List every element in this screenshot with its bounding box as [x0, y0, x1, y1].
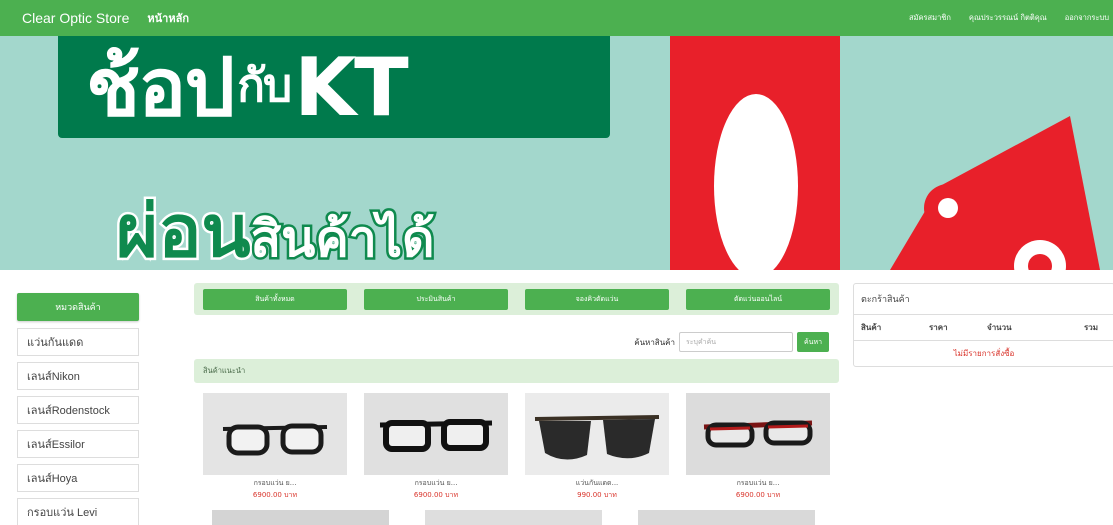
user-greeting-link[interactable]: คุณประวรรณน์ กิตติคุณ	[969, 12, 1047, 24]
product-image[interactable]	[425, 510, 602, 525]
banner-headline: ช้อปกับKT	[86, 36, 409, 143]
category-heading: หมวดสินค้า	[17, 293, 139, 321]
banner-zero-glyph	[670, 36, 840, 270]
tab-book-eye-exam[interactable]: จองคิวตัดแว่น	[525, 288, 669, 310]
product-grid: กรอบแว่น ย... 6900.00 บาท กรอบแว่น ย... …	[203, 393, 830, 501]
banner-word-kt: KT	[294, 41, 409, 134]
tab-order-online[interactable]: ตัดแว่นออนไลน์	[686, 288, 830, 310]
home-link[interactable]: หน้าหลัก	[147, 9, 189, 27]
product-image[interactable]	[638, 510, 815, 525]
product-price: 990.00 บาท	[577, 491, 617, 499]
product-name[interactable]: แว่นกันแดด...	[525, 478, 669, 489]
tab-all-products[interactable]: สินค้าทั้งหมด	[203, 288, 347, 310]
cart-table-header: สินค้า ราคา จำนวน รวม	[854, 315, 1113, 341]
register-link[interactable]: สมัครสมาชิก	[909, 12, 951, 24]
product-grid-row-2	[212, 510, 815, 525]
cart-col-price: ราคา	[929, 323, 948, 332]
product-card[interactable]: แว่นกันแดด... 990.00 บาท	[525, 393, 669, 501]
shopping-cart-panel: ตะกร้าสินค้า สินค้า ราคา จำนวน รวม ไม่มี…	[853, 283, 1113, 367]
glasses-icon	[686, 393, 830, 475]
banner-word-shop: ช้อป	[86, 41, 235, 134]
cart-col-total: รวม	[1084, 323, 1099, 332]
search-bar: ค้นหาสินค้า ระบุคำค้น ค้นหา	[634, 332, 829, 352]
category-item-essilor[interactable]: เลนส์Essilor	[17, 430, 139, 458]
product-price: 6900.00 บาท	[413, 491, 459, 499]
cart-title: ตะกร้าสินค้า	[854, 284, 1113, 315]
product-name[interactable]: กรอบแว่น ย...	[203, 478, 347, 489]
product-image[interactable]	[525, 393, 669, 475]
category-sidebar: หมวดสินค้า แว่นกันแดด เลนส์Nikon เลนส์Ro…	[17, 293, 139, 525]
category-item-sunglasses[interactable]: แว่นกันแดด	[17, 328, 139, 356]
brand-link[interactable]: Clear Optic Store	[22, 10, 129, 26]
banner-word-with: กับ	[237, 58, 292, 112]
glasses-icon	[203, 393, 347, 475]
user-nav: สมัครสมาชิก คุณประวรรณน์ กิตติคุณ ออกจาก…	[909, 0, 1113, 36]
logout-link[interactable]: ออกจากระบบ	[1065, 12, 1109, 24]
main-tabs: สินค้าทั้งหมด ประมินสินค้า จองคิวตัดแว่น…	[194, 283, 839, 315]
category-item-nikon[interactable]: เลนส์Nikon	[17, 362, 139, 390]
product-image[interactable]	[212, 510, 389, 525]
product-card[interactable]: กรอบแว่น ย... 6900.00 บาท	[686, 393, 830, 501]
product-price: 6900.00 บาท	[735, 491, 781, 499]
category-item-rodenstock[interactable]: เลนส์Rodenstock	[17, 396, 139, 424]
recommended-header: สินค้าแนะนำ	[194, 359, 839, 383]
glasses-icon	[364, 393, 508, 475]
product-image[interactable]	[686, 393, 830, 475]
banner-subheadline: ผ่อนสินค้าได้	[114, 186, 437, 271]
category-item-levi[interactable]: กรอบแว่น Levi	[17, 498, 139, 525]
banner-word-products: สินค้าได้	[248, 208, 437, 271]
cart-empty-message: ไม่มีรายการสั่งซื้อ	[953, 348, 1015, 358]
cart-col-qty: จำนวน	[987, 323, 1012, 332]
banner-zero-percent-graphic	[640, 36, 1100, 270]
banner-word-installment: ผ่อน	[114, 187, 254, 271]
category-item-hoya[interactable]: เลนส์Hoya	[17, 464, 139, 492]
product-name[interactable]: กรอบแว่น ย...	[686, 478, 830, 489]
search-button[interactable]: ค้นหา	[797, 332, 829, 352]
top-navbar: Clear Optic Store หน้าหลัก สมัครสมาชิก ค…	[0, 0, 1113, 36]
product-image[interactable]	[364, 393, 508, 475]
search-label: ค้นหาสินค้า	[634, 337, 675, 347]
product-card[interactable]: กรอบแว่น ย... 6900.00 บาท	[203, 393, 347, 501]
product-image[interactable]	[203, 393, 347, 475]
main-content: สินค้าทั้งหมด ประมินสินค้า จองคิวตัดแว่น…	[194, 283, 839, 525]
tab-review-products[interactable]: ประมินสินค้า	[364, 288, 508, 310]
product-name[interactable]: กรอบแว่น ย...	[364, 478, 508, 489]
search-input[interactable]: ระบุคำค้น	[679, 332, 793, 352]
product-price: 6900.00 บาท	[252, 491, 298, 499]
cart-col-product: สินค้า	[861, 323, 882, 332]
promo-banner: ช้อปกับKT ผ่อนสินค้าได้	[0, 36, 1113, 270]
sunglasses-icon	[525, 393, 669, 475]
product-card[interactable]: กรอบแว่น ย... 6900.00 บาท	[364, 393, 508, 501]
